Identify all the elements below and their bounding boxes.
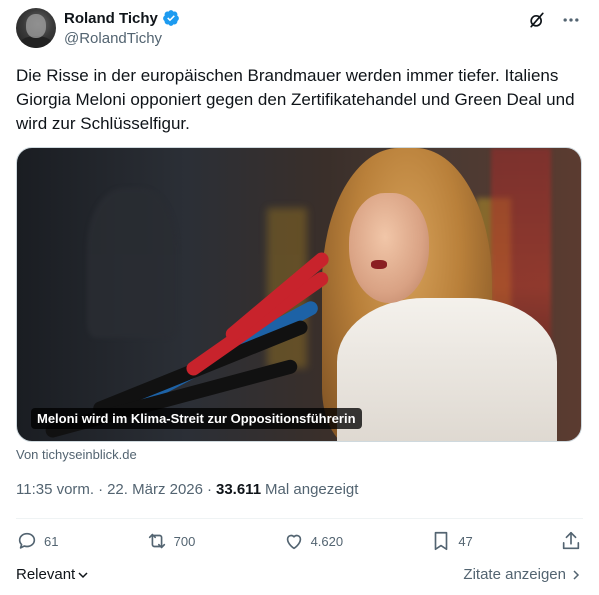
top-actions (525, 8, 583, 32)
views-label: Mal angezeigt (265, 481, 359, 498)
like-count: 4.620 (310, 533, 344, 549)
author-name-row: Roland Tichy (64, 9, 180, 27)
avatar-face-shape (26, 14, 46, 38)
microphone-shape (183, 269, 332, 379)
bookmark-button[interactable]: 47 (430, 530, 473, 552)
like-button[interactable]: 4.620 (283, 530, 344, 552)
tweet-time[interactable]: 11:35 vorm. (16, 481, 94, 498)
divider (16, 518, 583, 519)
media-caption: Meloni wird im Klima-Streit zur Oppositi… (31, 408, 362, 429)
avatar[interactable] (16, 8, 56, 48)
repost-icon (148, 533, 165, 549)
subject-mouth-shape (371, 260, 387, 269)
tweet-date[interactable]: 22. März 2026 (107, 481, 203, 498)
grok-icon[interactable] (525, 8, 549, 32)
views-count: 33.611 (215, 481, 262, 498)
sort-label: Relevant (16, 566, 76, 583)
repost-count: 700 (173, 533, 196, 549)
tweet-meta: 11:35 vorm. · 22. März 2026 · 33.611 Mal… (16, 481, 358, 498)
author-display-name[interactable]: Roland Tichy (64, 10, 158, 27)
chevron-right-icon (573, 569, 580, 580)
quotes-label: Zitate anzeigen (463, 566, 566, 583)
reply-icon (18, 532, 36, 549)
subject-face-shape (349, 193, 429, 303)
chevron-down-icon (78, 571, 88, 578)
tweet-media-card[interactable]: Meloni wird im Klima-Streit zur Oppositi… (16, 147, 582, 442)
subject-jacket-shape (337, 298, 557, 441)
meta-separator: · (206, 481, 212, 498)
replies-footer: Relevant Zitate anzeigen (16, 566, 582, 583)
author-handle[interactable]: @RolandTichy (64, 30, 162, 47)
like-icon (286, 534, 301, 550)
action-bar: 61 700 4.620 47 (16, 530, 582, 552)
link-source[interactable]: Von tichyseinblick.de (16, 447, 137, 462)
sort-dropdown[interactable]: Relevant (16, 566, 89, 583)
tweet-text: Die Risse in der europäischen Brandmauer… (16, 66, 575, 133)
view-quotes-link[interactable]: Zitate anzeigen (463, 566, 582, 583)
bookmark-icon (435, 531, 448, 551)
reply-count: 61 (44, 533, 59, 549)
bookmark-count: 47 (458, 533, 473, 549)
share-button[interactable] (560, 530, 582, 552)
reply-button[interactable]: 61 (16, 530, 58, 552)
meta-separator: · (98, 481, 104, 498)
background-person-shape (87, 188, 177, 338)
repost-button[interactable]: 700 (146, 530, 196, 552)
more-icon[interactable] (559, 8, 583, 32)
verified-icon (163, 10, 179, 26)
share-icon (562, 531, 580, 550)
